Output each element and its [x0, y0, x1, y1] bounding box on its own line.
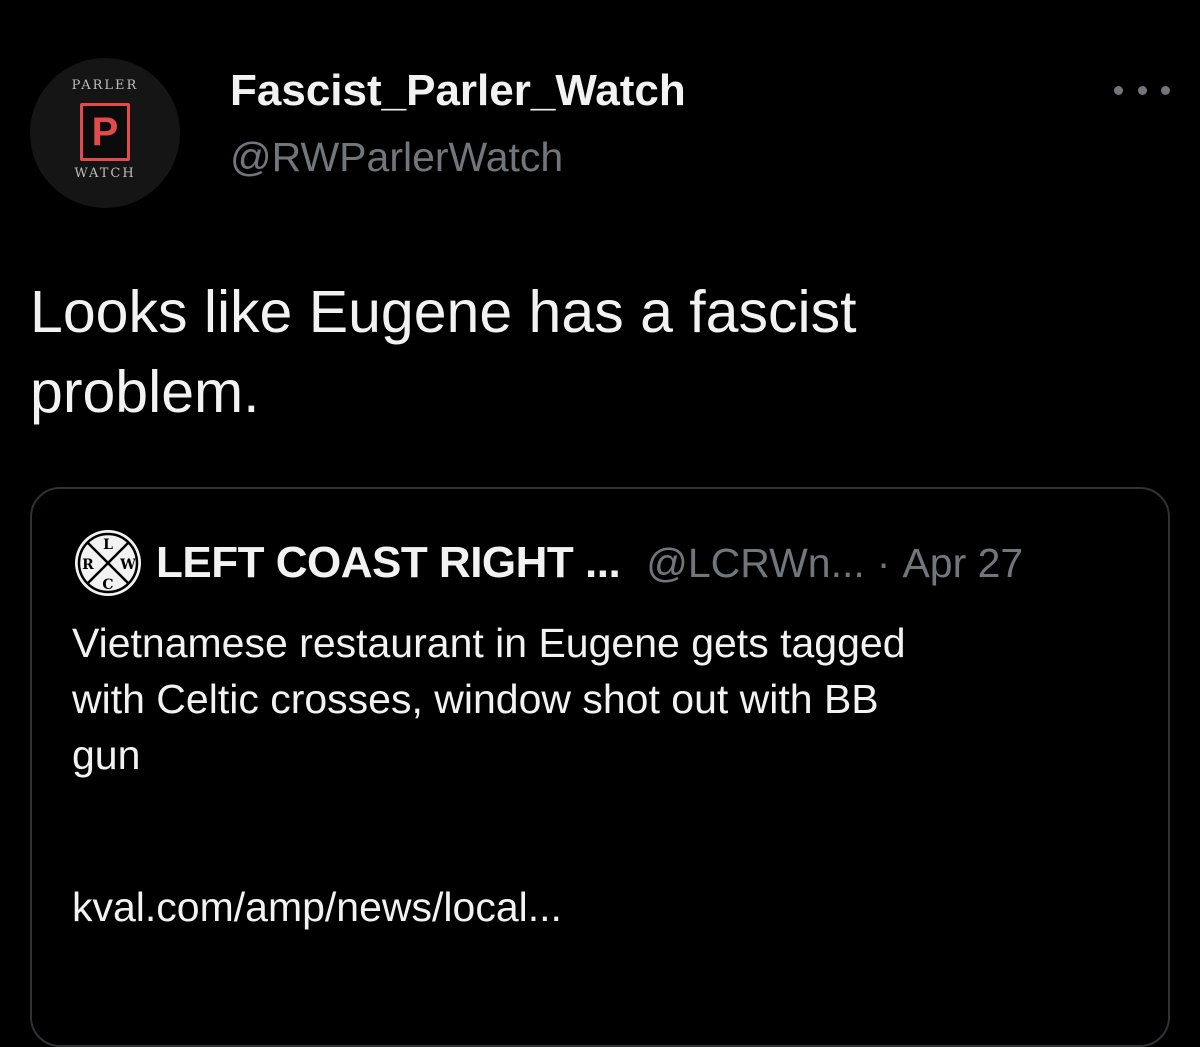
quoted-tweet[interactable]: L C R W LEFT COAST RIGHT ... @LCRWn... ·… — [30, 487, 1170, 1047]
parler-watch-logo-icon: P — [80, 103, 130, 161]
profile-avatar[interactable]: PARLER P WATCH — [30, 58, 180, 208]
lcrw-letter-c: C — [102, 577, 113, 593]
lcrw-letter-w: W — [119, 557, 136, 573]
more-dot — [1161, 85, 1170, 95]
quoted-handle[interactable]: @LCRWn... — [646, 540, 865, 587]
quoted-text-line: with Celtic crosses, window shot out wit… — [72, 676, 879, 722]
quoted-text-line: Vietnamese restaurant in Eugene gets tag… — [72, 620, 906, 666]
quoted-link[interactable]: kval.com/amp/news/local... — [72, 879, 562, 935]
tweet-body: Looks like Eugene has a fascist problem. — [30, 272, 1150, 432]
author-handle[interactable]: @RWParlerWatch — [230, 134, 563, 181]
tweet-card: PARLER P WATCH Fascist_Parler_Watch @RWP… — [0, 0, 1200, 1047]
more-options-icon[interactable] — [1114, 78, 1170, 102]
quoted-display-name[interactable]: LEFT COAST RIGHT ... — [156, 538, 621, 588]
quoted-date[interactable]: Apr 27 — [902, 540, 1023, 587]
author-display-name[interactable]: Fascist_Parler_Watch — [230, 66, 686, 116]
quoted-text-line: gun — [72, 732, 141, 778]
avatar-top-text: PARLER — [71, 78, 139, 93]
quoted-tweet-header: L C R W LEFT COAST RIGHT ... @LCRWn... ·… — [72, 530, 1023, 596]
more-dot — [1114, 85, 1123, 95]
lcrw-logo-icon[interactable]: L C R W — [72, 527, 144, 599]
avatar-logo-letter: P — [91, 110, 119, 154]
lcrw-letter-l: L — [103, 537, 113, 553]
lcrw-letter-r: R — [82, 557, 94, 573]
quoted-tweet-body: Vietnamese restaurant in Eugene gets tag… — [72, 615, 1132, 783]
tweet-text-line: Looks like Eugene has a fascist — [30, 279, 857, 345]
more-dot — [1137, 85, 1147, 95]
tweet-text-line: problem. — [30, 359, 260, 425]
quoted-separator: · — [876, 539, 891, 586]
avatar-bottom-text: WATCH — [74, 166, 136, 181]
